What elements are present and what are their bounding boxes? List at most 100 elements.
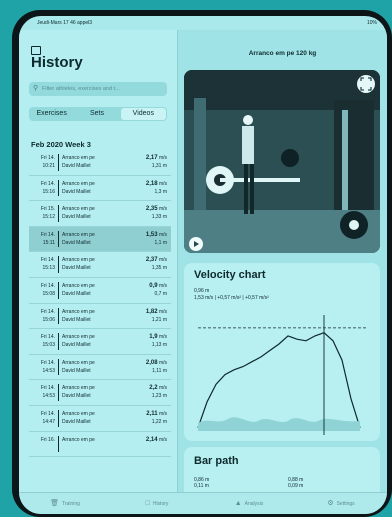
velocity-chart-card: Velocity chart 0,96 m 1,53 m/s | +0,57 m… bbox=[184, 263, 380, 441]
row-unit: m/s bbox=[158, 385, 167, 392]
row-date: Fri 14. 15:11 bbox=[29, 227, 58, 252]
list-item[interactable]: Fri 14. 15:08 Arranco em pe David Maillet 0,… bbox=[29, 278, 171, 304]
row-exercise: Arranco em pe bbox=[62, 231, 95, 238]
tab-exercises[interactable]: Exercises bbox=[29, 107, 74, 121]
list-item[interactable]: Fri 14. 15:03 Arranco em pe David Maillet 1,… bbox=[29, 329, 171, 355]
sidebar: History ⚲ Filter athletes, exercises and… bbox=[19, 30, 178, 492]
row-values: 2,37 m/s 1,35 m bbox=[135, 252, 171, 277]
row-athlete: David Maillet bbox=[62, 163, 91, 169]
row-exercise: Arranco em pe bbox=[62, 180, 95, 187]
row-exercise: Arranco em pe bbox=[62, 206, 95, 213]
row-time: 15:03 bbox=[42, 342, 55, 349]
row-date: Fri 14. 14:53 bbox=[29, 355, 58, 380]
list-item[interactable]: Fri 14. 10:21 Arranco em pe David Maillet 2,… bbox=[29, 150, 171, 176]
row-athlete: David Maillet bbox=[62, 290, 91, 297]
row-values: 0,9 m/s 0,7 m bbox=[135, 278, 171, 303]
list-item[interactable]: Fri 16. Arranco em pe 2,14 m/s bbox=[29, 432, 171, 458]
row-time: 15:06 bbox=[42, 316, 55, 323]
tab-settings[interactable]: ⚙ Settings bbox=[295, 493, 387, 514]
row-divider bbox=[58, 154, 59, 171]
trash-icon: 🗑 bbox=[50, 500, 59, 507]
tab-videos[interactable]: Videos bbox=[120, 108, 166, 120]
row-unit: m/s bbox=[158, 334, 167, 341]
row-speed: 2,11 bbox=[146, 410, 158, 417]
tab-sets[interactable]: Sets bbox=[74, 107, 119, 121]
row-values: 2,14 m/s bbox=[135, 432, 171, 457]
row-divider bbox=[58, 205, 59, 222]
row-divider bbox=[58, 358, 59, 376]
row-exercise: Arranco em pe bbox=[62, 257, 95, 264]
row-day: Fri 14. bbox=[40, 282, 55, 289]
row-day: Fri 14. bbox=[40, 180, 55, 187]
tab-history-label: History bbox=[152, 501, 169, 507]
row-speed: 1,9 bbox=[149, 334, 158, 341]
row-exercise: Arranco em pe bbox=[62, 436, 95, 443]
row-divider bbox=[58, 307, 59, 325]
bar-path-right-2: 0,09 m bbox=[288, 483, 304, 489]
row-day: Fri 14. bbox=[40, 308, 55, 315]
row-name: Arranco em pe David Maillet bbox=[62, 278, 135, 303]
row-name: Arranco em pe David Maillet bbox=[62, 150, 135, 175]
status-time: Jeudi-Mars 17 46 appel3 bbox=[37, 20, 93, 26]
row-time: 15:12 bbox=[42, 214, 55, 221]
row-athlete: David Maillet bbox=[62, 418, 91, 425]
list-item[interactable]: Fri 14. 15:13 Arranco em pe David Maillet 2,… bbox=[29, 252, 171, 278]
row-name: Arranco em pe David Maillet bbox=[62, 252, 135, 277]
row-speed: 2,14 bbox=[145, 436, 158, 443]
list-item[interactable]: Fri 14. 14:53 Arranco em pe David Maillet 2,… bbox=[29, 380, 171, 406]
row-speed: 2,18 bbox=[145, 180, 158, 187]
row-name: Arranco em pe David Maillet bbox=[62, 329, 135, 354]
search-input[interactable]: ⚲ Filter athletes, exercises and t... bbox=[29, 82, 167, 96]
row-distance: 1,35 m bbox=[151, 265, 167, 272]
row-distance: 1,3 m bbox=[154, 188, 167, 195]
row-athlete: David Maillet bbox=[62, 265, 91, 272]
row-distance: 1,23 m bbox=[151, 393, 167, 400]
tab-training-label: Training bbox=[62, 501, 80, 507]
row-day: Fri 14. bbox=[40, 410, 55, 417]
row-athlete: David Maillet bbox=[62, 239, 91, 246]
row-time: 15:08 bbox=[42, 290, 55, 297]
segment-control: Exercises Sets Videos bbox=[29, 107, 167, 121]
row-values: 1,53 m/s 1,1 m bbox=[135, 227, 171, 252]
video-player[interactable] bbox=[184, 70, 380, 253]
list-item[interactable]: Fri 14. 15:16 Arranco em pe David Maillet 2,… bbox=[29, 176, 171, 202]
row-unit: m/s bbox=[158, 282, 167, 289]
row-distance: 1,21 m bbox=[151, 316, 167, 323]
row-date: Fri 16. bbox=[29, 432, 58, 457]
row-divider bbox=[58, 435, 59, 453]
list-item[interactable]: Fri 14. 14:53 Arranco em pe David Maillet 2,… bbox=[29, 355, 171, 381]
row-date: Fri 14. 15:08 bbox=[29, 278, 58, 303]
tab-settings-label: Settings bbox=[336, 501, 355, 507]
row-unit: m/s bbox=[158, 359, 167, 366]
bar-path-right: 0,88 m 0,09 m bbox=[288, 477, 303, 489]
row-values: 2,18 m/s 1,3 m bbox=[135, 176, 171, 201]
row-values: 2,35 m/s 1,33 m bbox=[135, 201, 171, 226]
row-distance: 1,31 m bbox=[151, 163, 167, 169]
row-unit: m/s bbox=[158, 257, 167, 264]
row-distance: 1,11 m bbox=[152, 367, 167, 374]
tablet-frame: Jeudi-Mars 17 46 appel3 10% History ⚲ Fi… bbox=[12, 10, 392, 517]
list-item[interactable]: Fri 14. 15:11 Arranco em pe David Maillet 1,… bbox=[29, 226, 171, 253]
search-placeholder: Filter athletes, exercises and t... bbox=[42, 86, 120, 92]
tab-analysis[interactable]: ▲ Analysis bbox=[203, 493, 295, 514]
gear-icon: ⚙ bbox=[327, 500, 334, 507]
tab-training[interactable]: 🗑 Training bbox=[19, 493, 111, 514]
row-unit: m/s bbox=[158, 308, 167, 315]
row-values: 2,2 m/s 1,23 m bbox=[135, 380, 171, 405]
row-divider bbox=[58, 409, 59, 427]
row-exercise: Arranco em pe bbox=[62, 410, 95, 417]
list-item[interactable]: Fri 14. 15:06 Arranco em pe David Maillet 1,… bbox=[29, 304, 171, 330]
row-exercise: Arranco em pe bbox=[62, 385, 95, 392]
row-name: Arranco em pe David Maillet bbox=[62, 201, 135, 226]
row-distance: 1,1 m bbox=[154, 239, 167, 246]
row-date: Fri 14. 15:03 bbox=[29, 329, 58, 354]
tab-history[interactable]: □ History bbox=[111, 493, 203, 514]
velocity-chart-plot[interactable] bbox=[184, 263, 380, 441]
list-item[interactable]: Fri 15. 15:12 Arranco em pe David Maillet 2,… bbox=[29, 201, 171, 227]
row-day: Fri 14. bbox=[40, 231, 55, 238]
list-item[interactable]: Fri 14. 14:47 Arranco em pe David Maillet 2,… bbox=[29, 406, 171, 432]
status-bar: Jeudi-Mars 17 46 appel3 10% bbox=[19, 16, 387, 30]
row-time: 15:13 bbox=[42, 265, 55, 272]
folder-icon: □ bbox=[145, 500, 150, 507]
row-exercise: Arranco em pe bbox=[62, 155, 95, 161]
